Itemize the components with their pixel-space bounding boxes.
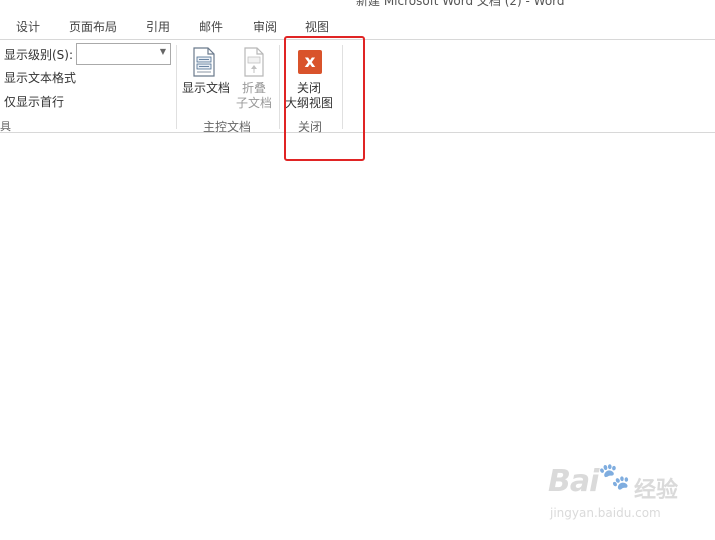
- master-document-group-label: 主控文档: [203, 120, 252, 134]
- chevron-down-icon: ▼: [159, 47, 166, 56]
- document-icon: [193, 47, 215, 77]
- collapse-subdocuments-button[interactable]: 折叠 子文档: [236, 40, 278, 116]
- outline-tools-group-label: 具: [0, 120, 11, 133]
- window-title: 新建 Microsoft Word 文档 (2) - Word: [356, 0, 565, 8]
- tab-view[interactable]: 视图: [305, 17, 329, 37]
- highlight-box: [284, 36, 365, 161]
- show-level-label: 显示级别(S):: [4, 48, 74, 62]
- collapse-label-line2: 子文档: [236, 96, 273, 110]
- show-level-dropdown[interactable]: ▼: [76, 43, 171, 65]
- collapse-document-icon: [244, 47, 264, 77]
- paw-icon: 🐾: [598, 462, 631, 492]
- watermark-url: jingyan.baidu.com: [550, 506, 661, 520]
- show-text-formatting-checkbox[interactable]: 显示文本格式: [4, 69, 76, 86]
- collapse-label-line1: 折叠: [242, 81, 267, 95]
- group-divider: [176, 45, 177, 129]
- tab-references[interactable]: 引用: [146, 17, 170, 37]
- tab-review[interactable]: 审阅: [253, 17, 277, 37]
- watermark-jingyan: 经验: [634, 478, 679, 503]
- group-divider: [279, 45, 280, 129]
- title-bar: 新建 Microsoft Word 文档 (2) - Word: [0, 0, 715, 10]
- show-document-button[interactable]: 显示文档: [178, 40, 234, 116]
- show-first-line-only-checkbox[interactable]: 仅显示首行: [4, 93, 64, 110]
- watermark-brand: Bai: [548, 464, 599, 499]
- tab-design[interactable]: 设计: [16, 17, 40, 37]
- tab-page-layout[interactable]: 页面布局: [69, 17, 117, 37]
- tab-mailings[interactable]: 邮件: [199, 17, 223, 37]
- baidu-jingyan-watermark: Bai 🐾 经验 jingyan.baidu.com: [548, 462, 678, 524]
- show-document-label: 显示文档: [182, 81, 231, 95]
